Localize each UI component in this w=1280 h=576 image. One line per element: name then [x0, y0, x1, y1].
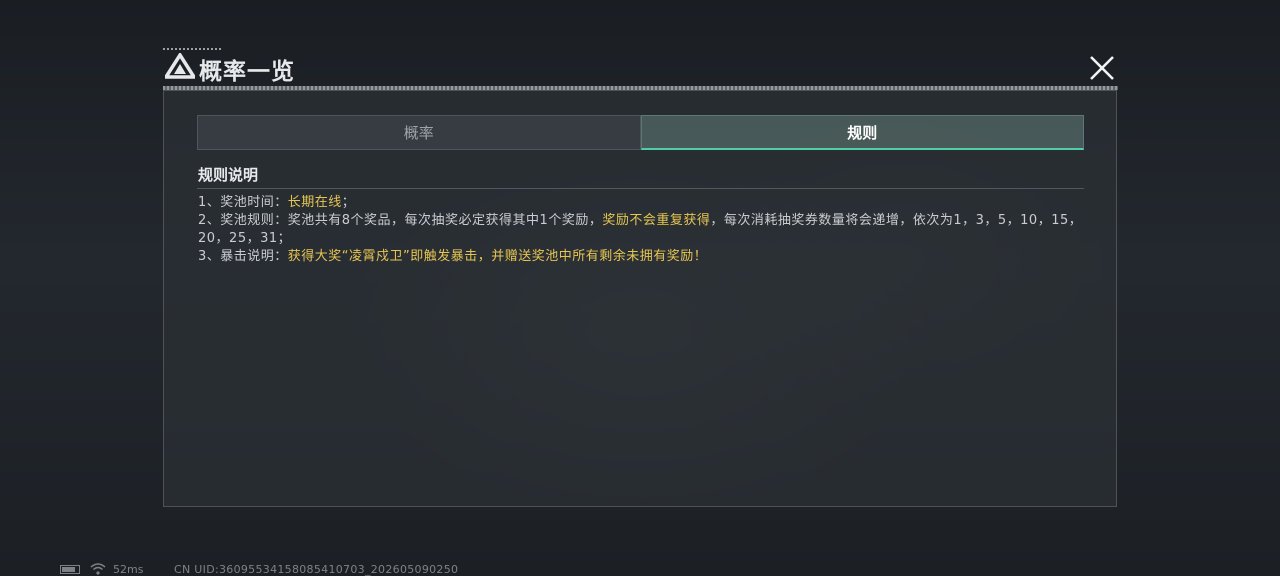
battery-level: [62, 567, 75, 572]
tab-probability[interactable]: 概率: [197, 115, 641, 150]
title-bar: 概率一览: [163, 48, 1118, 88]
rule-3-highlight: 获得大奖“凌霄戍卫”即触发暴击，并赠送奖池中所有剩余未拥有奖励！: [287, 249, 708, 264]
rules-text: 1、奖池时间：长期在线； 2、奖池规则：奖池共有8个奖品，每次抽奖必定获得其中1…: [198, 194, 1086, 266]
rule-2-prefix: 2、奖池规则：奖池共有8个奖品，每次抽奖必定获得其中1个奖励，: [198, 213, 603, 228]
rule-line-2: 2、奖池规则：奖池共有8个奖品，每次抽奖必定获得其中1个奖励，奖励不会重复获得，…: [198, 212, 1086, 248]
tab-bar: 概率 规则: [197, 115, 1084, 150]
rule-3-prefix: 3、暴击说明：: [198, 249, 288, 264]
rule-line-3: 3、暴击说明：获得大奖“凌霄戍卫”即触发暴击，并赠送奖池中所有剩余未拥有奖励！: [198, 248, 1086, 266]
rule-line-1: 1、奖池时间：长期在线；: [198, 194, 1086, 212]
dialog-panel: [163, 90, 1117, 507]
battery-icon: [60, 565, 80, 574]
rule-2-highlight: 奖励不会重复获得: [602, 213, 711, 228]
title-decoration: [163, 48, 223, 50]
triangle-logo-icon: [165, 53, 195, 79]
ping-readout: 52ms: [113, 563, 144, 576]
section-title: 规则说明: [198, 166, 259, 184]
wifi-icon: [90, 563, 106, 575]
uid-readout: CN UID:36095534158085410703_202605090250: [174, 563, 459, 576]
rule-1-suffix: ；: [341, 195, 356, 210]
tab-rules[interactable]: 规则: [640, 115, 1084, 150]
rule-1-highlight: 长期在线: [287, 195, 342, 210]
page-title: 概率一览: [199, 59, 295, 85]
section-divider: [197, 188, 1084, 189]
rule-1-prefix: 1、奖池时间：: [198, 195, 288, 210]
close-icon[interactable]: [1088, 54, 1116, 82]
status-bar: 52ms CN UID:36095534158085410703_2026050…: [60, 561, 660, 576]
